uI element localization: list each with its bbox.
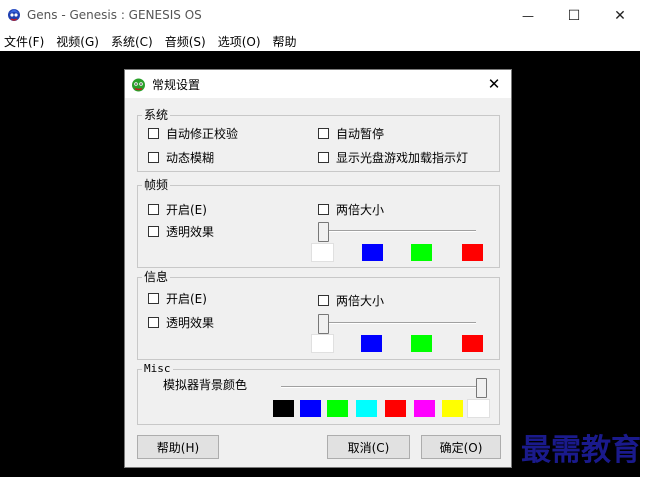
menu-help[interactable]: 帮助: [273, 33, 297, 50]
minimize-button[interactable]: —: [505, 0, 551, 31]
color-swatch[interactable]: [361, 335, 382, 352]
dialog-app-icon: [132, 78, 145, 92]
color-swatch[interactable]: [467, 399, 490, 418]
maximize-icon: ☐: [567, 7, 581, 24]
checkbox-label: 自动修正校验: [166, 127, 239, 141]
system-group: 系统 自动修正校验 自动暂停 动态模糊 显示光盘游戏加载指示灯: [137, 108, 500, 172]
info-enable-checkbox[interactable]: 开启(E): [148, 290, 207, 307]
checkbox-box[interactable]: [148, 204, 159, 215]
checkbox-label: 开启(E): [166, 203, 207, 217]
cancel-button-label: 取消(C): [347, 440, 390, 455]
fps-double-size-checkbox[interactable]: 两倍大小: [318, 201, 384, 218]
fps-transparency-checkbox[interactable]: 透明效果: [148, 223, 214, 240]
checkbox-box[interactable]: [318, 128, 329, 139]
motion-blur-checkbox[interactable]: 动态模糊: [148, 149, 214, 166]
checkbox-box[interactable]: [148, 226, 159, 237]
menu-audio[interactable]: 音频(S): [165, 33, 206, 50]
color-swatch[interactable]: [273, 400, 294, 417]
slider-track: [318, 230, 476, 232]
color-swatch[interactable]: [414, 400, 435, 417]
info-transparency-checkbox[interactable]: 透明效果: [148, 314, 214, 331]
window-border: [640, 51, 647, 477]
general-settings-dialog: 常规设置 ✕ 系统 自动修正校验 自动暂停 动态模糊 显示光盘游戏加载指示灯 帧…: [124, 69, 512, 468]
auto-pause-checkbox[interactable]: 自动暂停: [318, 125, 384, 142]
info-group: 信息 开启(E) 两倍大小 透明效果: [137, 270, 501, 360]
dialog-titlebar: 常规设置 ✕: [125, 70, 511, 98]
slider-thumb[interactable]: [318, 314, 329, 334]
window-title: Gens - Genesis : GENESIS OS: [27, 8, 202, 22]
checkbox-label: 透明效果: [166, 225, 215, 239]
color-swatch[interactable]: [311, 334, 334, 353]
checkbox-label: 两倍大小: [336, 294, 385, 308]
ok-button[interactable]: 确定(O): [421, 435, 501, 459]
menu-system[interactable]: 系统(C): [111, 33, 153, 50]
info-color-slider[interactable]: [318, 314, 476, 334]
checkbox-box[interactable]: [318, 295, 329, 306]
close-button[interactable]: ✕: [597, 0, 643, 31]
maximize-button[interactable]: ☐: [551, 0, 597, 31]
slider-track: [318, 322, 476, 324]
background-color-swatches: [138, 399, 501, 418]
minimize-icon: —: [522, 8, 534, 23]
window-titlebar: Gens - Genesis : GENESIS OS — ☐ ✕: [0, 0, 647, 31]
checkbox-label: 开启(E): [166, 292, 207, 306]
menu-bar: 文件(F) 视频(G) 系统(C) 音频(S) 选项(O) 帮助: [0, 31, 647, 51]
color-swatch[interactable]: [411, 244, 432, 261]
color-swatch[interactable]: [462, 244, 483, 261]
info-double-size-checkbox[interactable]: 两倍大小: [318, 292, 384, 309]
info-group-label: 信息: [142, 270, 171, 284]
checkbox-box[interactable]: [148, 152, 159, 163]
color-swatch[interactable]: [300, 400, 321, 417]
dialog-title: 常规设置: [152, 78, 201, 92]
checkbox-label: 透明效果: [166, 316, 215, 330]
menu-options[interactable]: 选项(O): [218, 33, 261, 50]
checkbox-box[interactable]: [318, 204, 329, 215]
color-swatch[interactable]: [462, 335, 483, 352]
checkbox-box[interactable]: [148, 293, 159, 304]
system-group-label: 系统: [142, 108, 171, 122]
menu-video[interactable]: 视频(G): [56, 33, 99, 50]
misc-group-label: Misc: [142, 362, 173, 376]
dialog-close-button[interactable]: ✕: [481, 72, 507, 96]
checkbox-label: 动态模糊: [166, 151, 215, 165]
misc-group: Misc 模拟器背景颜色: [137, 362, 501, 425]
ok-button-label: 确定(O): [439, 440, 483, 455]
auto-fix-checksum-checkbox[interactable]: 自动修正校验: [148, 125, 238, 142]
show-cd-led-checkbox[interactable]: 显示光盘游戏加载指示灯: [318, 149, 468, 166]
close-icon: ✕: [614, 7, 626, 24]
background-color-label: 模拟器背景颜色: [163, 378, 248, 392]
background-color-slider[interactable]: [281, 378, 487, 398]
close-icon: ✕: [487, 75, 501, 93]
watermark-text: 最需教育: [521, 433, 641, 468]
fps-group-label: 帧频: [142, 178, 171, 192]
help-button[interactable]: 帮助(H): [137, 435, 219, 459]
fps-color-swatches: [138, 243, 501, 262]
color-swatch[interactable]: [327, 400, 348, 417]
checkbox-label: 显示光盘游戏加载指示灯: [336, 151, 469, 165]
help-button-label: 帮助(H): [156, 440, 200, 455]
slider-track: [281, 386, 487, 388]
color-swatch[interactable]: [385, 400, 406, 417]
checkbox-box[interactable]: [148, 317, 159, 328]
fps-color-slider[interactable]: [318, 222, 476, 242]
cancel-button[interactable]: 取消(C): [327, 435, 410, 459]
checkbox-box[interactable]: [318, 152, 329, 163]
info-color-swatches: [138, 334, 501, 353]
color-swatch[interactable]: [442, 400, 463, 417]
fps-group: 帧频 开启(E) 两倍大小 透明效果: [137, 178, 501, 268]
color-swatch[interactable]: [311, 243, 334, 262]
color-swatch[interactable]: [411, 335, 432, 352]
color-swatch[interactable]: [362, 244, 383, 261]
checkbox-label: 两倍大小: [336, 203, 385, 217]
checkbox-box[interactable]: [148, 128, 159, 139]
fps-enable-checkbox[interactable]: 开启(E): [148, 201, 207, 218]
color-swatch[interactable]: [356, 400, 377, 417]
menu-file[interactable]: 文件(F): [4, 33, 44, 50]
slider-thumb[interactable]: [476, 378, 487, 398]
gens-app-icon: [8, 9, 20, 21]
checkbox-label: 自动暂停: [336, 127, 385, 141]
slider-thumb[interactable]: [318, 222, 329, 242]
